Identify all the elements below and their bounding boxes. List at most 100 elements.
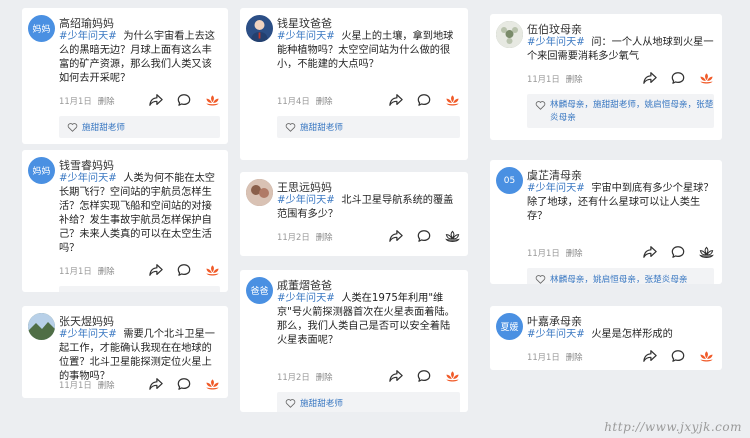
avatar[interactable] <box>246 15 273 42</box>
author-name[interactable]: 钱星玟爸爸 <box>277 15 332 31</box>
avatar-label: 爸爸 <box>250 287 269 297</box>
topic-tag-link[interactable]: #少年问天# <box>277 293 335 304</box>
post-date: 11月1日 <box>527 352 560 362</box>
like-icon[interactable] <box>444 92 460 108</box>
share-icon[interactable] <box>642 348 658 364</box>
avatar[interactable]: 爸爸 <box>246 277 273 304</box>
like-icon[interactable] <box>444 228 460 244</box>
post-date: 11月2日 <box>277 232 310 242</box>
author-name[interactable]: 张天煜妈妈 <box>59 313 114 329</box>
delete-link[interactable]: 删除 <box>98 266 115 276</box>
delete-link[interactable]: 删除 <box>98 380 115 390</box>
avatar[interactable] <box>28 313 55 340</box>
like-icon[interactable] <box>204 376 220 392</box>
topic-tag-link[interactable]: #少年问天# <box>277 31 335 42</box>
topic-tag-link[interactable]: #少年问天# <box>59 329 117 340</box>
delete-link[interactable]: 删除 <box>566 248 583 258</box>
topic-tag-link[interactable]: #少年问天# <box>527 183 585 194</box>
question-text: 人类为何不能在太空长期飞行？空间站的宇航员怎样生活？怎样实现飞船和空间站的对接补… <box>59 173 215 254</box>
post-text: #少年问天# 人类为何不能在太空长期飞行？空间站的宇航员怎样生活？怎样实现飞船和… <box>59 172 220 256</box>
like-icon[interactable] <box>204 92 220 108</box>
comment-icon[interactable] <box>176 376 192 392</box>
post-meta: 11月1日 删除 <box>59 379 115 391</box>
author-name[interactable]: 叶嘉承母亲 <box>527 313 582 329</box>
comment-icon[interactable] <box>416 368 432 384</box>
comment-icon[interactable] <box>416 92 432 108</box>
topic-tag-link[interactable]: #少年问天# <box>527 329 585 340</box>
like-icon[interactable] <box>444 368 460 384</box>
share-icon[interactable] <box>642 70 658 86</box>
post-text: #少年问天# 人类在1975年利用"维京"号火箭探测器首次在火星表面着陆。那么，… <box>277 292 460 348</box>
post-card: 伍伯玟母亲 #少年问天# 问：一个人从地球到火星一个来回需要消耗多少氧气 11月1日… <box>490 14 722 140</box>
likes-names[interactable]: 林麟母亲，姚启恒母亲，张楚炎母亲 <box>550 273 688 284</box>
share-icon[interactable] <box>388 228 404 244</box>
like-icon[interactable] <box>698 70 714 86</box>
likes-names[interactable]: 施甜甜老师 <box>300 397 343 409</box>
action-bar <box>642 244 714 260</box>
share-icon[interactable] <box>148 262 164 278</box>
share-icon[interactable] <box>388 368 404 384</box>
topic-tag-link[interactable]: #少年问天# <box>277 195 335 206</box>
post-meta: 11月2日 删除 <box>277 231 333 243</box>
comment-icon[interactable] <box>176 92 192 108</box>
post-date: 11月1日 <box>527 74 560 84</box>
comment-icon[interactable] <box>416 228 432 244</box>
post-meta: 11月1日 删除 <box>59 265 115 277</box>
avatar[interactable] <box>246 179 273 206</box>
action-bar <box>148 376 220 392</box>
author-name[interactable]: 虞芷清母亲 <box>527 167 582 183</box>
post-date: 11月1日 <box>59 266 92 276</box>
avatar[interactable]: 夏媛 <box>496 313 523 340</box>
delete-link[interactable]: 删除 <box>566 352 583 362</box>
share-icon[interactable] <box>388 92 404 108</box>
comment-icon[interactable] <box>670 70 686 86</box>
avatar[interactable] <box>496 21 523 48</box>
comment-icon[interactable] <box>670 348 686 364</box>
heart-icon <box>535 274 546 285</box>
share-icon[interactable] <box>148 92 164 108</box>
avatar[interactable]: 妈妈 <box>28 157 55 184</box>
delete-link[interactable]: 删除 <box>566 74 583 84</box>
share-icon[interactable] <box>148 376 164 392</box>
likes-names[interactable]: 施甜甜老师 <box>300 121 343 133</box>
post-meta: 11月4日 删除 <box>277 95 333 107</box>
post-date: 11月4日 <box>277 96 310 106</box>
author-name[interactable]: 戚董熠爸爸 <box>277 277 332 293</box>
comment-icon[interactable] <box>670 244 686 260</box>
avatar[interactable]: 05 <box>496 167 523 194</box>
topic-tag-link[interactable]: #少年问天# <box>527 37 585 48</box>
comment-icon[interactable] <box>176 262 192 278</box>
heart-icon <box>535 100 546 111</box>
author-name[interactable]: 伍伯玟母亲 <box>527 21 582 37</box>
like-icon[interactable] <box>204 262 220 278</box>
like-icon[interactable] <box>698 244 714 260</box>
likes-names[interactable]: 林麟母亲，施甜甜老师，姚启恒母亲，张楚炎母亲 <box>550 99 714 125</box>
author-name[interactable]: 王思远妈妈 <box>277 179 332 195</box>
action-bar <box>642 70 714 86</box>
delete-link[interactable]: 删除 <box>316 232 333 242</box>
action-bar <box>148 262 220 278</box>
share-icon[interactable] <box>642 244 658 260</box>
author-name[interactable]: 高绍瑜妈妈 <box>59 15 114 31</box>
avatar[interactable]: 妈妈 <box>28 15 55 42</box>
avatar-label: 妈妈 <box>32 25 51 35</box>
likes-names[interactable]: 施甜甜老师 <box>82 291 125 292</box>
post-card: 爸爸 戚董熠爸爸 #少年问天# 人类在1975年利用"维京"号火箭探测器首次在火星表… <box>240 270 468 412</box>
likes-names[interactable]: 施甜甜老师 <box>82 121 125 133</box>
avatar-label: 妈妈 <box>32 167 51 177</box>
action-bar <box>388 228 460 244</box>
delete-link[interactable]: 删除 <box>316 96 333 106</box>
likes-list: 林麟母亲，施甜甜老师，姚启恒母亲，张楚炎母亲 <box>527 94 714 128</box>
delete-link[interactable]: 删除 <box>98 96 115 106</box>
author-name[interactable]: 钱雪睿妈妈 <box>59 157 114 173</box>
post-meta: 11月2日 删除 <box>277 371 333 383</box>
like-icon[interactable] <box>698 348 714 364</box>
likes-list: 施甜甜老师 <box>277 392 460 412</box>
topic-tag-link[interactable]: #少年问天# <box>59 173 117 184</box>
delete-link[interactable]: 删除 <box>316 372 333 382</box>
action-bar <box>388 368 460 384</box>
avatar-label: 夏媛 <box>500 323 519 333</box>
heart-icon <box>285 122 296 133</box>
post-text: #少年问天# 问：一个人从地球到火星一个来回需要消耗多少氧气 <box>527 36 714 64</box>
topic-tag-link[interactable]: #少年问天# <box>59 31 117 42</box>
